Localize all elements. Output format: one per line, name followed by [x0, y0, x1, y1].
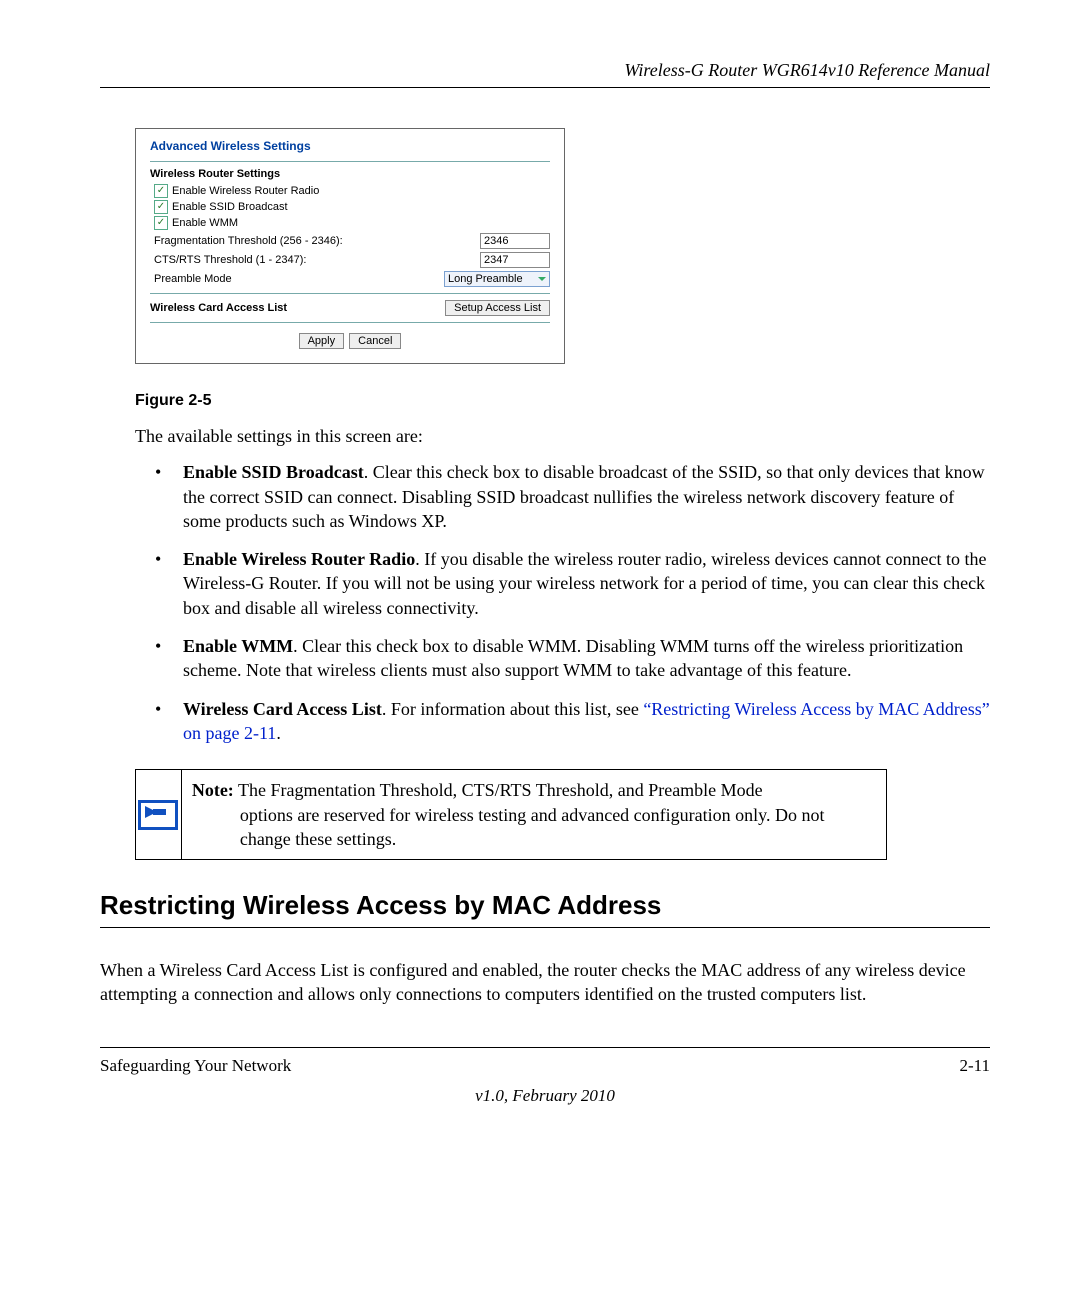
panel-divider — [150, 322, 550, 323]
note-line2: options are reserved for wireless testin… — [192, 803, 876, 852]
checkbox-enable-ssid[interactable]: ✓ — [154, 200, 168, 214]
footer-row: Safeguarding Your Network 2-11 — [100, 1056, 990, 1076]
intro-paragraph: The available settings in this screen ar… — [135, 424, 990, 448]
settings-list: Enable SSID Broadcast . Clear this check … — [155, 460, 990, 745]
checkbox-label: Enable Wireless Router Radio — [172, 185, 319, 197]
list-item: Enable WMM. Clear this check box to disa… — [155, 634, 990, 683]
panel-divider — [150, 161, 550, 162]
field-label-preamble: Preamble Mode — [154, 273, 444, 285]
header-rule — [100, 87, 990, 88]
bullet-bold: Wireless Card Access List — [183, 699, 382, 719]
note-label: Note: — [192, 780, 234, 800]
ctsrts-input[interactable] — [480, 252, 550, 268]
list-item: Enable SSID Broadcast. Clear this check … — [155, 460, 990, 533]
wireless-card-acl-heading: Wireless Card Access List — [150, 302, 445, 314]
field-label-cts: CTS/RTS Threshold (1 - 2347): — [154, 254, 480, 266]
bullet-bold: Enable Wireless Router Radio — [183, 549, 415, 569]
doc-header-title: Wireless-G Router WGR614v10 Reference Ma… — [100, 60, 990, 81]
field-label-frag: Fragmentation Threshold (256 - 2346): — [154, 235, 480, 247]
wireless-router-settings-heading: Wireless Router Settings — [150, 168, 550, 180]
footer-rule — [100, 1047, 990, 1048]
preamble-select[interactable]: Long Preamble — [444, 271, 550, 287]
checkbox-label: Enable WMM — [172, 217, 238, 229]
checkbox-enable-wmm[interactable]: ✓ — [154, 216, 168, 230]
section-heading: Restricting Wireless Access by MAC Addre… — [100, 890, 990, 921]
section-paragraph: When a Wireless Card Access List is conf… — [100, 958, 990, 1007]
arrow-icon — [138, 800, 178, 830]
bullet-text: . Clear this check box to disable WMM. D… — [183, 636, 963, 680]
page-number: 2-11 — [959, 1056, 990, 1076]
note-box: Note: The Fragmentation Threshold, CTS/R… — [135, 769, 887, 860]
advanced-wireless-panel: Advanced Wireless Settings Wireless Rout… — [135, 128, 565, 364]
bullet-bold: Enable SSID Broadcast — [183, 462, 364, 482]
checkbox-label: Enable SSID Broadcast — [172, 201, 288, 213]
note-icon-cell — [136, 770, 182, 859]
section-rule — [100, 927, 990, 928]
footer-version: v1.0, February 2010 — [100, 1086, 990, 1106]
checkbox-enable-radio[interactable]: ✓ — [154, 184, 168, 198]
bullet-bold: Enable WMM — [183, 636, 293, 656]
cancel-button[interactable]: Cancel — [349, 333, 401, 349]
list-item: Wireless Card Access List. For informati… — [155, 697, 990, 746]
apply-button[interactable]: Apply — [299, 333, 345, 349]
panel-title: Advanced Wireless Settings — [150, 139, 550, 153]
fragmentation-input[interactable] — [480, 233, 550, 249]
figure-caption: Figure 2-5 — [135, 392, 990, 410]
setup-access-list-button[interactable]: Setup Access List — [445, 300, 550, 316]
note-text: Note: The Fragmentation Threshold, CTS/R… — [182, 770, 886, 859]
panel-divider — [150, 293, 550, 294]
footer-left: Safeguarding Your Network — [100, 1056, 291, 1076]
bullet-text: . — [276, 723, 281, 743]
list-item: Enable Wireless Router Radio. If you dis… — [155, 547, 990, 620]
note-line1: The Fragmentation Threshold, CTS/RTS Thr… — [234, 780, 763, 800]
bullet-text: . For information about this list, see — [382, 699, 643, 719]
